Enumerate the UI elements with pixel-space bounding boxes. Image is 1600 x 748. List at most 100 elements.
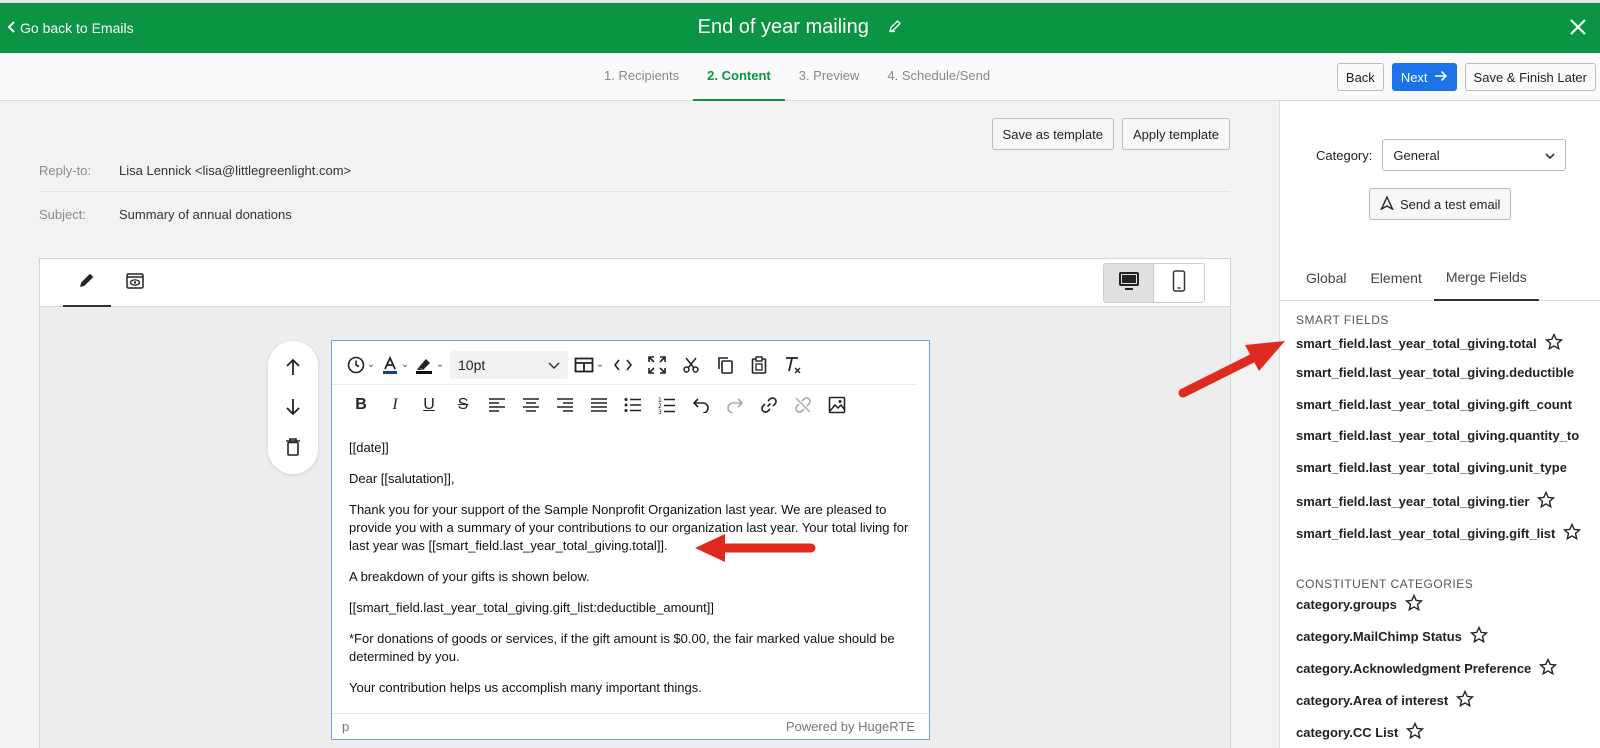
tab-merge-fields[interactable]: Merge Fields	[1433, 255, 1539, 301]
align-justify-icon[interactable]	[582, 390, 616, 420]
star-icon[interactable]	[1539, 657, 1558, 679]
powered-by-label[interactable]: Powered by HugeRTE	[786, 719, 915, 734]
next-button[interactable]: Next	[1391, 63, 1457, 91]
star-icon[interactable]	[1406, 721, 1425, 743]
paste-icon[interactable]	[742, 350, 776, 380]
annotation-arrow-icon	[695, 534, 816, 562]
star-icon[interactable]	[1537, 490, 1556, 512]
redo-icon[interactable]	[718, 390, 752, 420]
merge-field-label: smart_field.last_year_total_giving.unit_…	[1296, 460, 1567, 475]
merge-field-label: smart_field.last_year_total_giving.gift_…	[1296, 526, 1556, 541]
link-icon[interactable]	[752, 390, 786, 420]
tab-global[interactable]: Global	[1294, 255, 1358, 301]
body-paragraph[interactable]: [[date]]	[349, 439, 913, 457]
underline-icon[interactable]: U	[412, 390, 446, 420]
move-down-icon[interactable]	[285, 395, 301, 419]
category-item[interactable]: category.groups	[1296, 593, 1424, 615]
preview-mode-tab[interactable]	[111, 259, 159, 307]
reply-to-value[interactable]: Lisa Lennick <lisa@littlegreenlight.com>	[119, 163, 351, 178]
arrow-right-icon	[1434, 70, 1448, 85]
tab-element[interactable]: Element	[1358, 255, 1433, 301]
strikethrough-icon[interactable]: S	[446, 390, 480, 420]
save-as-template-button[interactable]: Save as template	[991, 118, 1114, 150]
close-icon[interactable]	[1568, 17, 1588, 42]
clear-formatting-icon[interactable]	[776, 350, 810, 380]
category-item-label: category.Acknowledgment Preference	[1296, 661, 1532, 676]
edit-mode-tab[interactable]	[63, 259, 111, 307]
clock-icon[interactable]: ⌄	[344, 350, 378, 380]
text-color-icon[interactable]: ⌄	[378, 350, 412, 380]
apply-template-button[interactable]: Apply template	[1122, 118, 1230, 150]
subject-value[interactable]: Summary of annual donations	[119, 207, 292, 222]
undo-icon[interactable]	[684, 390, 718, 420]
desktop-view-button[interactable]	[1104, 264, 1154, 302]
rich-text-editor: ⌄ ⌄ ⌄ 10pt ⌄ B I U S 1 2 3 [[date]] Dear…	[331, 340, 930, 740]
category-item-label: category.groups	[1296, 597, 1397, 612]
send-test-email-button[interactable]: Send a test email	[1369, 188, 1512, 220]
category-item[interactable]: category.MailChimp Status	[1296, 625, 1489, 647]
back-to-emails-link[interactable]: Go back to Emails	[7, 20, 134, 36]
body-paragraph[interactable]: Thank you for your support of the Sample…	[349, 501, 913, 555]
category-item-label: category.Area of interest	[1296, 693, 1449, 708]
align-left-icon[interactable]	[480, 390, 514, 420]
body-paragraph[interactable]: *For donations of goods or services, if …	[349, 630, 913, 666]
email-editor-panel: ⌄ ⌄ ⌄ 10pt ⌄ B I U S 1 2 3 [[date]] Dear…	[39, 258, 1231, 748]
body-paragraph[interactable]: [[smart_field.last_year_total_giving.gif…	[349, 599, 913, 617]
step-schedule-send[interactable]: 4. Schedule/Send	[873, 53, 1004, 101]
edit-title-icon[interactable]	[888, 16, 902, 39]
send-test-email-label: Send a test email	[1400, 196, 1501, 212]
scissors-icon[interactable]	[674, 350, 708, 380]
body-paragraph[interactable]: Dear [[salutation]],	[349, 470, 913, 488]
fullscreen-icon[interactable]	[640, 350, 674, 380]
step-preview[interactable]: 3. Preview	[785, 53, 874, 101]
highlight-color-icon[interactable]: ⌄	[412, 350, 446, 380]
back-button[interactable]: Back	[1336, 63, 1384, 91]
italic-icon[interactable]: I	[378, 390, 412, 420]
align-right-icon[interactable]	[548, 390, 582, 420]
star-icon[interactable]	[1404, 593, 1424, 615]
table-icon[interactable]: ⌄	[572, 350, 606, 380]
chevron-down-icon	[1545, 148, 1555, 163]
trash-icon[interactable]	[285, 435, 301, 459]
unlink-icon[interactable]	[786, 390, 820, 420]
bullet-list-icon[interactable]	[616, 390, 650, 420]
font-size-select[interactable]: 10pt	[450, 350, 568, 379]
align-center-icon[interactable]	[514, 390, 548, 420]
image-icon[interactable]	[820, 390, 854, 420]
merge-field-item[interactable]: smart_field.last_year_total_giving.quant…	[1296, 428, 1579, 443]
move-up-icon[interactable]	[285, 355, 301, 379]
top-bar: Go back to Emails End of year mailing	[0, 0, 1600, 53]
save-finish-later-button[interactable]: Save & Finish Later	[1464, 63, 1596, 91]
source-code-icon[interactable]	[606, 350, 640, 380]
main-content: Save as template Apply template Reply-to…	[0, 101, 1278, 748]
bold-icon[interactable]: B	[344, 390, 378, 420]
body-paragraph[interactable]: A breakdown of your gifts is shown below…	[349, 568, 913, 586]
numbered-list-icon[interactable]: 123	[650, 390, 684, 420]
page-title: End of year mailing	[697, 16, 869, 38]
merge-field-item[interactable]: smart_field.last_year_total_giving.total	[1296, 332, 1563, 354]
category-item[interactable]: category.Area of interest	[1296, 689, 1475, 711]
star-icon[interactable]	[1456, 689, 1475, 711]
pencil-icon	[78, 271, 96, 294]
merge-field-item[interactable]: smart_field.last_year_total_giving.deduc…	[1296, 365, 1574, 380]
category-item[interactable]: category.CC List	[1296, 721, 1425, 743]
star-icon[interactable]	[1563, 522, 1582, 544]
email-body[interactable]: [[date]] Dear [[salutation]], Thank you …	[332, 429, 929, 710]
merge-field-item[interactable]: smart_field.last_year_total_giving.gift_…	[1296, 397, 1572, 412]
mobile-view-button[interactable]	[1154, 264, 1204, 302]
category-item[interactable]: category.Acknowledgment Preference	[1296, 657, 1558, 679]
back-link-label: Go back to Emails	[20, 20, 134, 36]
merge-field-item[interactable]: smart_field.last_year_total_giving.tier	[1296, 490, 1556, 512]
category-select[interactable]: General	[1382, 139, 1567, 171]
step-content[interactable]: 2. Content	[693, 53, 785, 101]
body-paragraph[interactable]: Your contribution helps us accomplish ma…	[349, 679, 913, 697]
merge-field-item[interactable]: smart_field.last_year_total_giving.gift_…	[1296, 522, 1582, 544]
subject-label: Subject:	[39, 207, 86, 222]
star-icon[interactable]	[1469, 625, 1489, 647]
element-path[interactable]: p	[342, 719, 349, 734]
copy-icon[interactable]	[708, 350, 742, 380]
step-recipients[interactable]: 1. Recipients	[590, 53, 693, 101]
merge-field-item[interactable]: smart_field.last_year_total_giving.unit_…	[1296, 460, 1567, 475]
mobile-phone-icon	[1172, 269, 1186, 297]
star-icon[interactable]	[1544, 332, 1563, 354]
